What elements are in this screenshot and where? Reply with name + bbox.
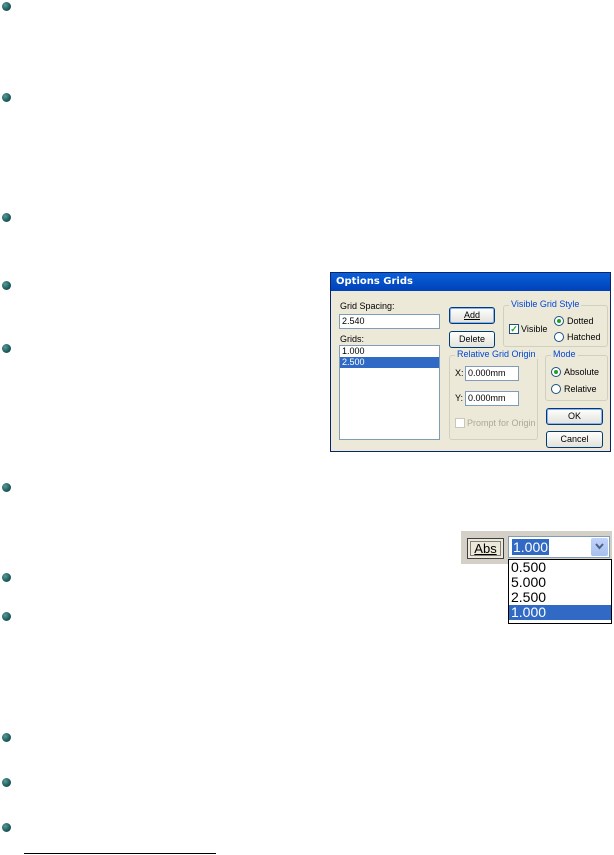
cancel-button[interactable]: Cancel	[546, 431, 603, 448]
grids-list-item-selected[interactable]: 2.500	[340, 357, 439, 368]
relative-radio[interactable]	[551, 384, 561, 394]
mode-group: Mode Absolute Relative	[545, 349, 608, 401]
bullet-icon	[2, 733, 11, 742]
grid-size-dropdown-list: 0.500 5.000 2.500 1.000	[508, 559, 612, 624]
bullet-icon	[2, 823, 11, 832]
cancel-button-label: Cancel	[560, 434, 589, 444]
abs-button-label: Abs	[474, 541, 497, 556]
bullet-icon	[2, 612, 11, 621]
visible-grid-style-caption: Visible Grid Style	[509, 299, 582, 309]
origin-x-input[interactable]: 0.000mm	[465, 366, 519, 381]
footnote-rule	[24, 853, 216, 854]
add-button[interactable]: Add	[449, 307, 495, 324]
y-label: Y:	[455, 393, 464, 403]
relative-grid-origin-group: Relative Grid Origin X: 0.000mm Y: 0.000…	[449, 349, 538, 440]
ok-button[interactable]: OK	[546, 408, 603, 425]
prompt-for-origin-label: Prompt for Origin	[467, 418, 536, 428]
bullet-icon	[2, 483, 11, 492]
delete-button-label: Delete	[458, 334, 485, 344]
hatched-label: Hatched	[567, 332, 601, 342]
visible-checkbox[interactable]: ✓	[509, 324, 519, 334]
visible-label: Visible	[521, 324, 548, 334]
x-label: X:	[455, 368, 464, 378]
grid-spacing-label: Grid Spacing:	[340, 301, 395, 311]
dotted-label: Dotted	[567, 316, 594, 326]
bullet-icon	[2, 778, 11, 787]
relative-grid-origin-caption: Relative Grid Origin	[455, 349, 538, 359]
absolute-radio[interactable]	[551, 367, 561, 377]
visible-grid-style-group: Visible Grid Style ✓ Visible Dotted Hatc…	[503, 299, 608, 347]
options-grids-dialog: Options Grids Grid Spacing: 2.540 Grids:…	[330, 272, 611, 452]
bullet-icon	[2, 573, 11, 582]
add-button-label: Add	[463, 310, 480, 320]
grids-listbox[interactable]: 1.000 2.500	[339, 345, 440, 440]
bullet-icon	[2, 281, 11, 290]
absolute-label: Absolute	[564, 367, 600, 377]
abs-button[interactable]: Abs	[467, 538, 504, 559]
ok-button-label: OK	[567, 411, 581, 421]
grid-size-option[interactable]: 2.500	[509, 590, 611, 605]
bullet-icon	[2, 2, 11, 11]
grid-size-combo[interactable]: 1.000	[508, 536, 610, 558]
dotted-radio[interactable]	[554, 316, 564, 326]
grids-list-item[interactable]: 1.000	[340, 346, 439, 357]
grids-label: Grids:	[340, 334, 365, 344]
origin-y-input[interactable]: 0.000mm	[465, 391, 519, 406]
bullet-icon	[2, 93, 11, 102]
mode-caption: Mode	[551, 349, 578, 359]
grid-size-option[interactable]: 0.500	[509, 560, 611, 575]
grid-spacing-input[interactable]: 2.540	[339, 314, 440, 329]
dialog-title[interactable]: Options Grids	[331, 273, 610, 291]
bullet-icon	[2, 213, 11, 222]
relative-label: Relative	[564, 384, 597, 394]
dropdown-arrow-button[interactable]	[591, 538, 608, 556]
grid-size-option[interactable]: 5.000	[509, 575, 611, 590]
hatched-radio[interactable]	[554, 332, 564, 342]
grid-size-value: 1.000	[512, 539, 550, 555]
grid-size-option-highlighted[interactable]: 1.000	[509, 605, 611, 620]
prompt-for-origin-checkbox[interactable]	[455, 418, 465, 428]
bullet-icon	[2, 344, 11, 353]
chevron-down-icon	[595, 543, 604, 550]
delete-button[interactable]: Delete	[449, 331, 495, 348]
